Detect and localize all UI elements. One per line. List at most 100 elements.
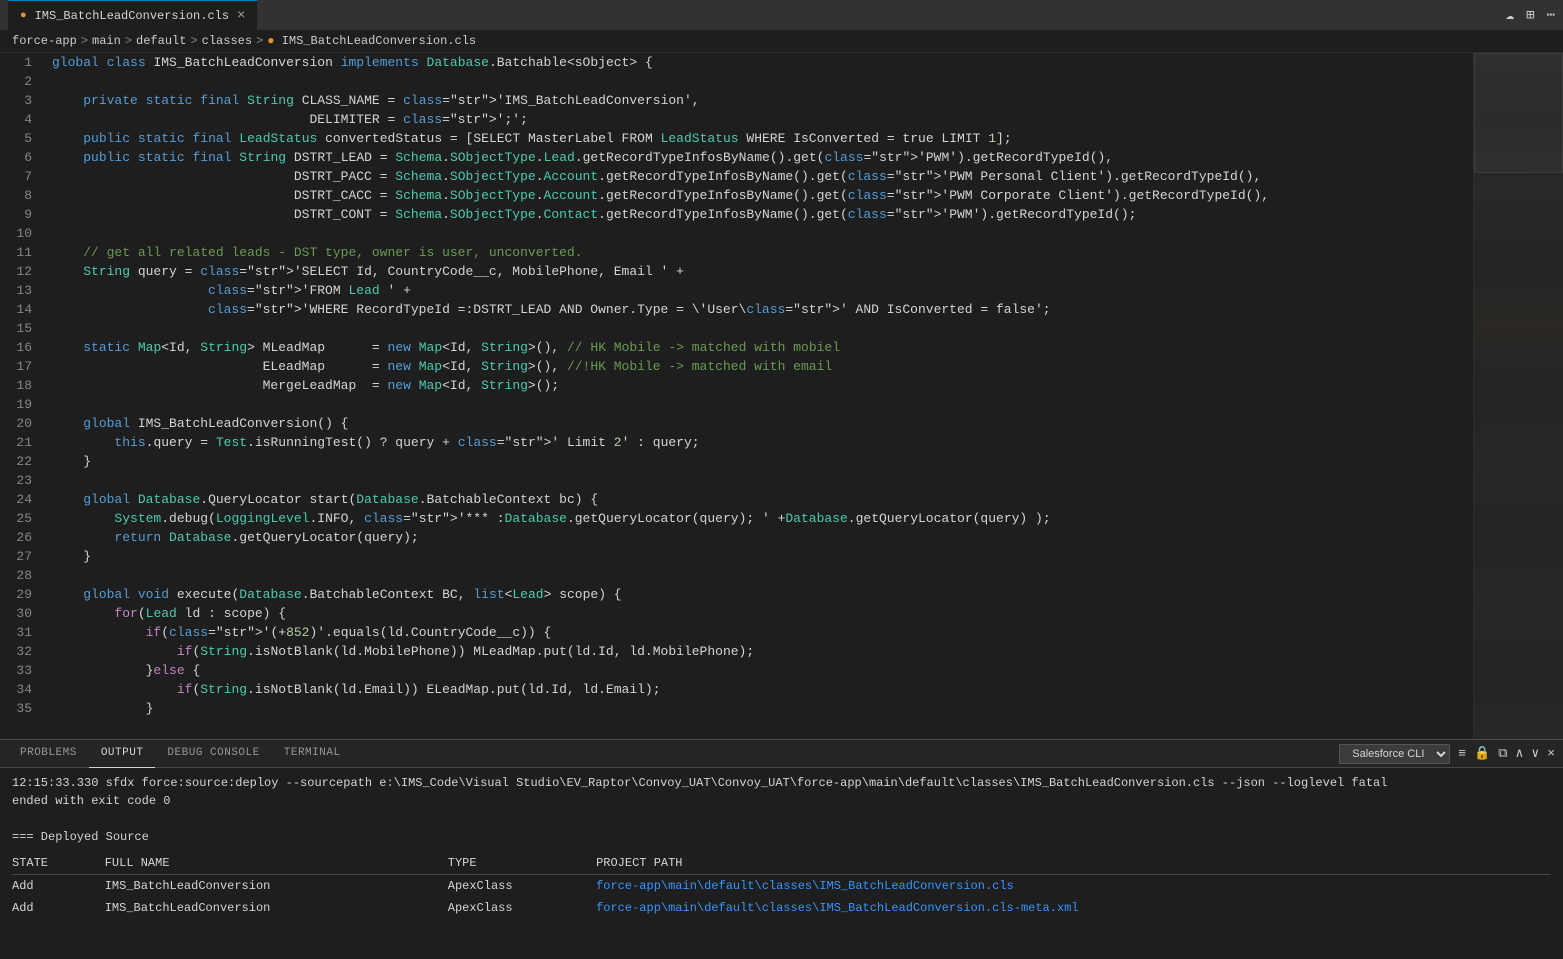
code-line-19 — [52, 395, 1473, 414]
code-line-35: } — [52, 699, 1473, 718]
line-number-28: 28 — [12, 566, 32, 585]
code-line-17: ELeadMap = new Map<Id, String>(), //!HK … — [52, 357, 1473, 376]
panel: PROBLEMS OUTPUT DEBUG CONSOLE TERMINAL S… — [0, 739, 1563, 959]
line-number-30: 30 — [12, 604, 32, 623]
table-cell-1-0: Add — [12, 897, 105, 919]
line-number-19: 19 — [12, 395, 32, 414]
code-area[interactable]: 1234567891011121314151617181920212223242… — [0, 53, 1473, 739]
line-number-17: 17 — [12, 357, 32, 376]
code-line-2 — [52, 72, 1473, 91]
code-line-15 — [52, 319, 1473, 338]
editor: 1234567891011121314151617181920212223242… — [0, 53, 1473, 739]
code-line-21: this.query = Test.isRunningTest() ? quer… — [52, 433, 1473, 452]
table-cell-0-2: ApexClass — [448, 875, 596, 898]
code-line-34: if(String.isNotBlank(ld.Email)) ELeadMap… — [52, 680, 1473, 699]
code-line-27: } — [52, 547, 1473, 566]
table-cell-1-2: ApexClass — [448, 897, 596, 919]
line-number-26: 26 — [12, 528, 32, 547]
code-line-12: String query = class="str">'SELECT Id, C… — [52, 262, 1473, 281]
panel-tab-output[interactable]: OUTPUT — [89, 740, 156, 768]
table-cell-0-0: Add — [12, 875, 105, 898]
code-line-31: if(class="str">'(+852)'.equals(ld.Countr… — [52, 623, 1473, 642]
line-number-5: 5 — [12, 129, 32, 148]
line-number-25: 25 — [12, 509, 32, 528]
code-line-26: return Database.getQueryLocator(query); — [52, 528, 1473, 547]
code-content[interactable]: global class IMS_BatchLeadConversion imp… — [40, 53, 1473, 739]
output-table: STATE FULL NAME TYPE PROJECT PATH AddIMS… — [12, 852, 1551, 919]
panel-icon-lock[interactable]: 🔒 — [1474, 746, 1490, 761]
line-number-22: 22 — [12, 452, 32, 471]
output-line-2: ended with exit code 0 — [12, 792, 1551, 810]
table-cell-0-3[interactable]: force-app\main\default\classes\IMS_Batch… — [596, 875, 1551, 898]
code-line-14: class="str">'WHERE RecordTypeId =:DSTRT_… — [52, 300, 1473, 319]
table-cell-0-1: IMS_BatchLeadConversion — [105, 875, 448, 898]
table-row-0: AddIMS_BatchLeadConversionApexClassforce… — [12, 875, 1551, 898]
line-number-7: 7 — [12, 167, 32, 186]
line-number-12: 12 — [12, 262, 32, 281]
line-number-4: 4 — [12, 110, 32, 129]
table-cell-1-3[interactable]: force-app\main\default\classes\IMS_Batch… — [596, 897, 1551, 919]
breadcrumb-classes[interactable]: classes — [202, 34, 252, 48]
code-line-5: public static final LeadStatus converted… — [52, 129, 1473, 148]
output-line-4: === Deployed Source — [12, 828, 1551, 846]
line-number-34: 34 — [12, 680, 32, 699]
col-type: TYPE — [448, 852, 596, 875]
line-number-33: 33 — [12, 661, 32, 680]
line-number-32: 32 — [12, 642, 32, 661]
panel-icon-up[interactable]: ∧ — [1516, 746, 1524, 761]
line-number-3: 3 — [12, 91, 32, 110]
line-numbers: 1234567891011121314151617181920212223242… — [0, 53, 40, 739]
code-line-24: global Database.QueryLocator start(Datab… — [52, 490, 1473, 509]
breadcrumb-forceapp[interactable]: force-app — [12, 34, 77, 48]
minimap-slider[interactable] — [1474, 53, 1563, 173]
layout-icon[interactable]: ⊞ — [1526, 7, 1534, 24]
breadcrumb-main[interactable]: main — [92, 34, 121, 48]
code-line-30: for(Lead ld : scope) { — [52, 604, 1473, 623]
line-number-24: 24 — [12, 490, 32, 509]
panel-tab-debug[interactable]: DEBUG CONSOLE — [155, 740, 271, 768]
code-line-7: DSTRT_PACC = Schema.SObjectType.Account.… — [52, 167, 1473, 186]
line-number-10: 10 — [12, 224, 32, 243]
breadcrumb: force-app > main > default > classes > ●… — [0, 30, 1563, 53]
line-number-6: 6 — [12, 148, 32, 167]
line-number-15: 15 — [12, 319, 32, 338]
file-icon: ● — [20, 10, 27, 22]
line-number-13: 13 — [12, 281, 32, 300]
line-number-23: 23 — [12, 471, 32, 490]
panel-content: 12:15:33.330 sfdx force:source:deploy --… — [0, 768, 1563, 959]
line-number-31: 31 — [12, 623, 32, 642]
panel-icon-list[interactable]: ≡ — [1458, 746, 1466, 761]
panel-tab-actions: Salesforce CLI ≡ 🔒 ⧉ ∧ ∨ × — [1339, 744, 1555, 764]
code-line-4: DELIMITER = class="str">';'; — [52, 110, 1473, 129]
more-icon[interactable]: ⋯ — [1547, 7, 1555, 24]
tab-close-button[interactable]: × — [237, 9, 245, 23]
line-number-14: 14 — [12, 300, 32, 319]
breadcrumb-file[interactable]: ● IMS_BatchLeadConversion.cls — [267, 34, 476, 48]
editor-tab[interactable]: ● IMS_BatchLeadConversion.cls × — [8, 0, 257, 30]
output-source-select[interactable]: Salesforce CLI — [1339, 744, 1450, 764]
code-line-33: }else { — [52, 661, 1473, 680]
code-line-10 — [52, 224, 1473, 243]
title-bar: ● IMS_BatchLeadConversion.cls × ☁ ⊞ ⋯ — [0, 0, 1563, 30]
panel-icon-down[interactable]: ∨ — [1531, 746, 1539, 761]
table-row-1: AddIMS_BatchLeadConversionApexClassforce… — [12, 897, 1551, 919]
minimap[interactable] — [1473, 53, 1563, 739]
panel-icon-copy[interactable]: ⧉ — [1498, 746, 1507, 761]
cloud-icon[interactable]: ☁ — [1506, 7, 1514, 24]
line-number-29: 29 — [12, 585, 32, 604]
table-cell-1-1: IMS_BatchLeadConversion — [105, 897, 448, 919]
code-line-22: } — [52, 452, 1473, 471]
panel-tab-terminal[interactable]: TERMINAL — [272, 740, 353, 768]
table-header-row: STATE FULL NAME TYPE PROJECT PATH — [12, 852, 1551, 875]
panel-tab-problems[interactable]: PROBLEMS — [8, 740, 89, 768]
line-number-16: 16 — [12, 338, 32, 357]
code-line-20: global IMS_BatchLeadConversion() { — [52, 414, 1473, 433]
code-line-1: global class IMS_BatchLeadConversion imp… — [52, 53, 1473, 72]
line-number-27: 27 — [12, 547, 32, 566]
breadcrumb-default[interactable]: default — [136, 34, 186, 48]
panel-close-button[interactable]: × — [1547, 746, 1555, 761]
code-line-28 — [52, 566, 1473, 585]
col-state: STATE — [12, 852, 105, 875]
line-number-35: 35 — [12, 699, 32, 718]
line-number-2: 2 — [12, 72, 32, 91]
